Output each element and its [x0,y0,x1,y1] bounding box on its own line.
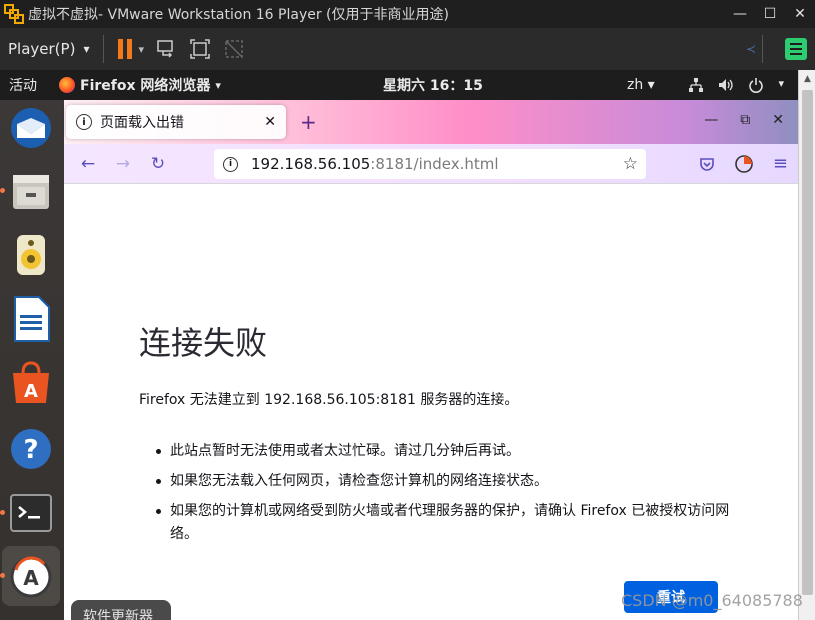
error-description: Firefox 无法建立到 192.168.56.105:8181 服务器的连接… [139,392,519,408]
power-icon [749,78,764,93]
reload-icon[interactable]: ↻ [143,149,173,179]
new-tab-button[interactable]: + [300,110,317,134]
error-title: 连接失败 [139,324,268,362]
list-item: 如果您的计算机或网络受到防火墙或者代理服务器的保护，请确认 Firefox 已被… [156,500,736,546]
toolbar-divider [103,35,105,63]
url-bar[interactable]: i 192.168.56.105:8181/index.html ☆ [214,149,646,179]
files-icon[interactable] [7,167,55,215]
maximize-button[interactable]: ☐ [755,0,785,28]
volume-icon [719,79,734,91]
tab-bar: i 页面载入出错 ✕ + — ⧉ ✕ [64,100,798,144]
pause-icon[interactable] [118,39,133,59]
collapse-toolbar-icon[interactable]: ≺ [746,42,756,56]
ubuntu-dock: A ? A [0,100,64,620]
player-menu-label: Player(P) [8,40,76,58]
vmware-toolbar: Player(P) ▾ ▾ ≺ [0,28,815,70]
svg-text:?: ? [23,435,38,465]
vertical-scrollbar[interactable]: ▲ [798,70,815,620]
rhythmbox-icon[interactable] [7,231,55,279]
vmware-window-title: 虚拟不虚拟- VMware Workstation 16 Player (仅用于… [28,7,449,23]
dock-tooltip: 软件更新器 [71,600,171,620]
url-host: 192.168.56.105 [251,155,371,173]
pocket-icon[interactable] [699,156,715,172]
toolbar-divider [762,35,763,63]
error-suggestions: 此站点暂时无法使用或者太过忙碌。请过几分钟后再试。 如果您无法载入任何网页，请检… [156,440,736,553]
restore-window-icon[interactable]: ⧉ [740,112,750,128]
scroll-up-icon[interactable]: ▲ [799,70,815,87]
firefox-icon [59,77,75,93]
app-menu[interactable]: Firefox 网络浏览器 ▾ [59,75,221,95]
player-menu-button[interactable]: Player(P) ▾ [0,28,97,70]
running-indicator [0,573,5,578]
navigation-toolbar: ← → ↻ i 192.168.56.105:8181/index.html ☆… [64,144,798,184]
chevron-down-icon: ▾ [778,77,784,90]
activities-button[interactable]: 活动 [9,75,49,95]
menu-icon[interactable]: ≡ [773,153,788,174]
chevron-down-icon: ▾ [83,42,90,56]
vmware-title-bar: 虚拟不虚拟- VMware Workstation 16 Player (仅用于… [0,0,815,28]
back-arrow-icon[interactable]: ← [73,149,103,179]
close-window-icon[interactable]: ✕ [772,112,784,128]
software-icon[interactable]: A [7,359,55,407]
url-path: :8181/index.html [370,155,499,173]
account-icon[interactable] [735,154,753,173]
unity-mode-icon[interactable] [222,37,246,61]
forward-arrow-icon[interactable]: → [108,149,138,179]
watermark: CSDN @m0_64085788 [621,591,803,610]
chevron-down-icon: ▾ [215,78,221,92]
tab-title: 页面载入出错 [100,115,184,131]
svg-text:A: A [23,566,39,590]
site-info-icon[interactable]: i [223,156,238,172]
software-updater-icon[interactable]: A [2,546,60,606]
terminal-icon[interactable] [7,489,55,537]
running-indicator [0,510,5,515]
bookmark-star-icon[interactable]: ☆ [623,154,638,174]
scrollbar-thumb[interactable] [802,90,813,595]
ubuntu-top-bar: 活动 Firefox 网络浏览器 ▾ 星期六 16：15 zh ▾ ▾ [0,70,798,100]
info-icon: i [76,114,92,130]
vmware-logo-icon [4,4,24,24]
tab-page-load-error[interactable]: i 页面载入出错 ✕ [66,105,286,139]
input-method-indicator[interactable]: zh ▾ [627,77,655,93]
close-tab-icon[interactable]: ✕ [264,114,276,130]
pause-dropdown-icon[interactable]: ▾ [138,43,144,56]
thunderbird-icon[interactable] [7,104,55,152]
list-item: 此站点暂时无法使用或者太过忙碌。请过几分钟后再试。 [156,440,736,463]
system-tray[interactable]: ▾ [688,77,784,93]
writer-icon[interactable] [7,295,55,343]
minimize-window-icon[interactable]: — [704,112,718,128]
minimize-button[interactable]: — [725,0,755,28]
firefox-window: i 页面载入出错 ✕ + — ⧉ ✕ ← → ↻ i 192.168.56.10… [64,100,798,620]
notes-icon[interactable] [785,38,807,60]
help-icon[interactable]: ? [7,425,55,473]
network-icon [689,78,704,92]
clock[interactable]: 星期六 16：15 [383,75,483,95]
svg-text:A: A [24,381,38,402]
send-ctrl-alt-del-icon[interactable] [154,37,178,61]
app-menu-label: Firefox 网络浏览器 [80,78,211,94]
fullscreen-icon[interactable] [188,37,212,61]
running-indicator [0,188,5,193]
list-item: 如果您无法载入任何网页，请检查您计算机的网络连接状态。 [156,470,736,493]
close-button[interactable]: ✕ [785,0,815,28]
